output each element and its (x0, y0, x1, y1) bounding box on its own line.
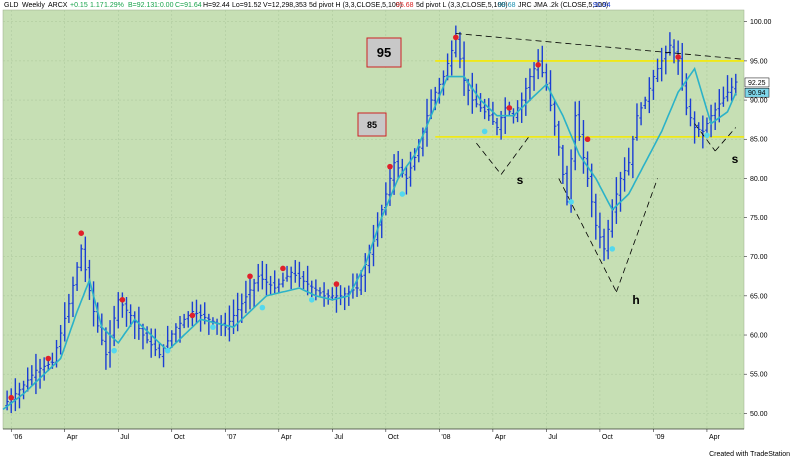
x-tick-label: '06 (13, 434, 22, 441)
y-tick-label: 90.00 (750, 98, 768, 105)
jma-price-tag: 90.94 (744, 87, 770, 98)
y-tick-label: 80.00 (750, 176, 768, 183)
pivot-high-marker (119, 296, 126, 303)
pivot-high-marker (8, 394, 15, 401)
x-tick-label: '07 (227, 434, 236, 441)
y-tick-label: 60.00 (750, 333, 768, 340)
y-tick-label: 95.00 (750, 58, 768, 65)
annotation-head: h (632, 293, 639, 307)
y-tick-label: 85.00 (750, 137, 768, 144)
header-pct2: 1.29% (104, 2, 124, 9)
x-tick-label: Jul (334, 434, 343, 441)
price-chart: GLD Weekly ARCX +0.15 1.17 1.29% B=92.13… (0, 0, 800, 458)
pivot-high-marker (387, 163, 393, 170)
pivot-low-marker (704, 132, 710, 139)
pivot-high-marker (675, 54, 681, 60)
annotation-shoulder-left: s (517, 173, 524, 187)
y-tick-label: 75.00 (750, 215, 768, 222)
jma-price-value: 90.94 (748, 90, 766, 97)
x-tick-label: Apr (495, 434, 507, 441)
header-change: +0.15 (70, 2, 88, 9)
x-tick-label: Apr (709, 434, 721, 441)
y-tick-label: 50.00 (750, 411, 768, 418)
pivot-high-marker (333, 281, 340, 287)
pivot-high-marker (280, 265, 286, 272)
footer-credit: Created with TradeStation (709, 451, 790, 458)
pivot-low-marker (164, 347, 171, 354)
header-info: GLD Weekly ARCX +0.15 1.17 1.29% B=92.13… (4, 2, 611, 9)
header-indicator-3-value: 90.94 (593, 2, 611, 9)
header-indicator-1: 5d pivot H (3,3,CLOSE,5,100) (309, 2, 402, 9)
annotation-85: 85 (357, 112, 387, 137)
pivot-high-marker (535, 62, 541, 68)
x-tick-label: Apr (281, 434, 293, 441)
x-tick-label: Oct (174, 434, 185, 441)
x-tick-label: Jul (120, 434, 129, 441)
pivot-high-marker (45, 355, 52, 362)
pivot-low-marker (609, 246, 616, 252)
x-tick-label: Apr (67, 434, 79, 441)
header-indicator-2: 5d pivot L (3,3,CLOSE,5,100) (416, 2, 508, 9)
y-tick-label: 70.00 (750, 254, 768, 261)
header-pct: 1.17 (90, 2, 104, 9)
pivot-high-marker (189, 312, 196, 319)
header-volume: V=12,298,353 (263, 2, 307, 9)
pivot-low-marker (399, 191, 406, 197)
header-exchange: ARCX (48, 2, 68, 9)
header-bid-change: 1:0.00 (154, 2, 174, 9)
pivot-high-marker (584, 136, 591, 143)
y-tick-label: 100.00 (750, 19, 772, 26)
y-tick-label: 65.00 (750, 293, 768, 300)
header-symbol: GLD (4, 2, 18, 9)
header-indicator-2-value: 99.68 (498, 2, 516, 9)
last-price-tag: 92.25 (744, 77, 770, 88)
annotation-95-label: 95 (377, 45, 391, 60)
header-indicator-1-value: 95.68 (396, 2, 414, 9)
pivot-high-marker (506, 105, 513, 111)
header-interval: Weekly (22, 2, 45, 9)
pivot-low-marker (210, 324, 216, 330)
pivot-high-marker (247, 273, 253, 280)
annotation-shoulder-right: s (732, 152, 739, 166)
pivot-low-marker (111, 347, 117, 354)
x-tick-label: Jul (548, 434, 557, 441)
pivot-low-marker (481, 128, 488, 135)
pivot-high-marker (453, 34, 459, 41)
x-axis: '06 Apr Jul Oct '07 Apr Jul Oct '08 Apr Jul Oct '09 A… (3, 428, 744, 441)
y-tick-label: 55.00 (750, 372, 768, 379)
last-price-value: 92.25 (748, 80, 766, 87)
annotation-95: 95 (366, 37, 402, 68)
pivot-low-marker (259, 304, 266, 311)
plot-area (2, 9, 745, 430)
pivot-low-marker (308, 296, 315, 303)
pivot-high-marker (78, 230, 85, 237)
header-ask: C=91.64 (175, 2, 202, 9)
pivot-low-marker (568, 199, 574, 205)
annotation-85-label: 85 (367, 120, 377, 130)
x-tick-label: '08 (441, 434, 450, 441)
header-high: H=92.44 (203, 2, 230, 9)
x-tick-label: Oct (602, 434, 613, 441)
header-bid: B=92.13 (128, 2, 154, 9)
x-tick-label: '09 (655, 434, 664, 441)
header-low: Lo=91.52 (232, 2, 261, 9)
x-tick-label: Oct (388, 434, 399, 441)
